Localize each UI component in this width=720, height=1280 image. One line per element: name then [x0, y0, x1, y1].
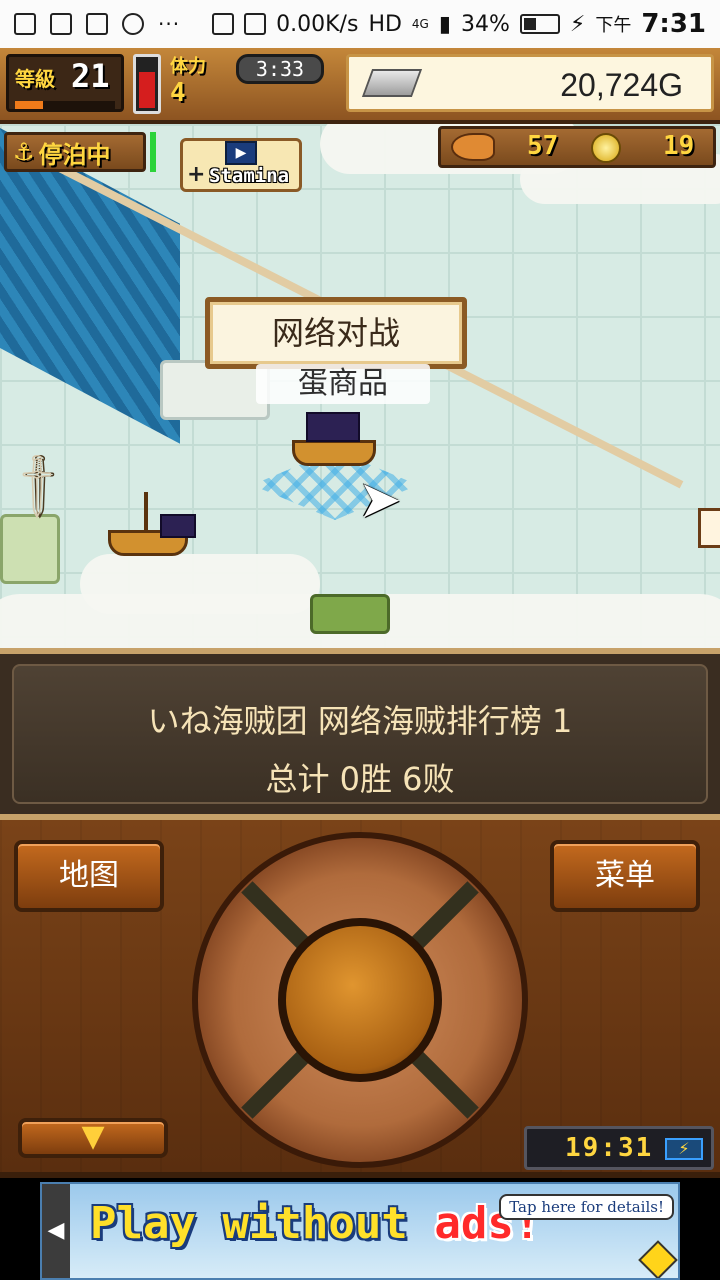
ad-headline: Play without ads! [90, 1198, 540, 1249]
battery-percent: 34% [460, 11, 510, 37]
status-bar: ··· 0.00K/s HD 4G ▮ 34% ⚡ 下午 7:31 [0, 0, 720, 48]
harbor-status-badge: ⚓ 停泊中 [4, 132, 146, 172]
player-ship[interactable] [284, 404, 384, 474]
battery-charge-icon: ⚡ [665, 1138, 703, 1160]
info-inner: いね海贼团 网络海贼排行榜 1 总计 0胜 6败 [12, 664, 708, 804]
signal-icon: ▮ [438, 11, 451, 37]
stamina-button-label: Stamina [209, 165, 290, 187]
ad-details-link[interactable]: Tap here for details! [499, 1194, 674, 1220]
stamina-label: 体力 [170, 56, 206, 77]
harbor-indicator [150, 132, 156, 172]
level-label: 等級 [15, 67, 55, 91]
grass-island[interactable] [310, 594, 390, 634]
coin-icon [591, 133, 621, 163]
ranking-line: いね海贼团 网络海贼排行榜 1 [147, 702, 573, 740]
network-sub: 4G [411, 17, 429, 31]
gallery-icon [14, 13, 36, 35]
coin-count: 19 [663, 131, 695, 161]
menu-button[interactable]: 菜单 [550, 840, 700, 912]
mail-icon [50, 13, 72, 35]
fish-count: 57 [527, 131, 559, 161]
dpad-center-button[interactable] [278, 918, 442, 1082]
west-island[interactable] [0, 514, 60, 584]
ad-arrow-icon[interactable]: ◀ [42, 1184, 70, 1278]
message-icon [86, 13, 108, 35]
dpad[interactable] [192, 832, 528, 1168]
gold-value: 20,724G [560, 67, 683, 103]
video-play-icon: ▶ [225, 141, 257, 165]
resource-box: 57 19 [438, 126, 716, 168]
game-hud: 等級 21 体力 4 3:33 20,724G [0, 48, 720, 124]
record-line: 总计 0胜 6败 [265, 760, 455, 798]
online-battle-option[interactable]: 网络对战 [205, 297, 467, 369]
plus-icon: + [187, 162, 206, 187]
stamina-timer: 3:33 [236, 54, 324, 84]
cloud [80, 554, 320, 614]
cursor-icon: ➤ [358, 470, 402, 530]
snow-island[interactable] [160, 360, 270, 420]
anchor-icon: ⚓ [13, 138, 35, 166]
charging-icon: ⚡ [569, 11, 586, 37]
stamina-value: 4 [170, 78, 186, 108]
info-panel: いね海贼团 网络海贼排行榜 1 总计 0胜 6败 [0, 648, 720, 820]
gold-box: 20,724G [346, 54, 714, 112]
enemy-ship[interactable] [108, 486, 200, 562]
screenshot-icon [212, 13, 235, 35]
fish-icon [451, 133, 495, 161]
stamina-box: 体力 4 [170, 52, 232, 114]
ad-headline-main: Play without [90, 1198, 435, 1249]
egg-shop-label[interactable]: 蛋商品 [256, 364, 430, 404]
game-clock-value: 19:31 [565, 1133, 654, 1163]
settings-icon [122, 13, 144, 35]
silver-ingot-icon [361, 69, 423, 97]
more-notifications-icon: ··· [158, 12, 181, 36]
ampm: 下午 [595, 15, 632, 36]
house-icon[interactable] [698, 508, 720, 548]
clock: 7:31 [641, 9, 706, 39]
exp-bar [15, 101, 115, 109]
ad-banner[interactable]: ◀ Play without ads! Tap here for details… [40, 1182, 680, 1280]
level-box: 等級 21 [6, 54, 124, 112]
level-value: 21 [71, 57, 110, 95]
harbor-status-label: 停泊中 [38, 140, 111, 169]
collapse-arrow-button[interactable]: ▼ [18, 1118, 168, 1158]
network-type: HD [368, 11, 402, 37]
network-speed: 0.00K/s [276, 11, 359, 37]
map-button[interactable]: 地图 [14, 840, 164, 912]
game-clock: 19:31 ⚡ [524, 1126, 714, 1170]
ad-badge-icon [638, 1240, 678, 1278]
vibrate-icon [244, 13, 267, 35]
control-panel: 地图 菜单 ▼ 19:31 ⚡ [0, 820, 720, 1178]
battery-icon [519, 14, 560, 34]
hp-gauge [133, 54, 161, 114]
stamina-video-button[interactable]: ▶ + Stamina [180, 138, 302, 192]
